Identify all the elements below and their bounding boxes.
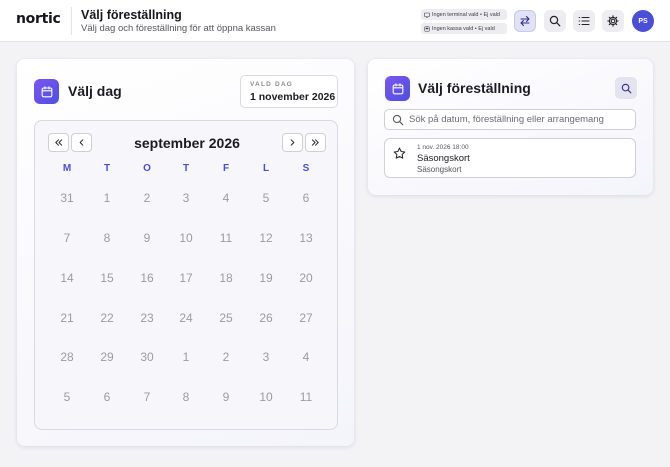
list-button[interactable]: [573, 10, 595, 32]
swap-button[interactable]: [514, 10, 536, 32]
day-panel: Välj dag VALD DAG 1 november 2026 septem…: [17, 59, 354, 446]
calendar-icon: [392, 82, 403, 94]
calendar-day[interactable]: 4: [211, 191, 241, 205]
terminal-status-chip[interactable]: Ingen terminal vald • Ej vald: [421, 9, 507, 20]
calendar-day[interactable]: 16: [132, 271, 162, 285]
nortic-logo[interactable]: nortic: [16, 11, 61, 27]
list-icon: [578, 16, 590, 26]
calendar-day[interactable]: 10: [251, 390, 281, 404]
calendar-day[interactable]: 2: [211, 350, 241, 364]
calendar-day[interactable]: 31: [52, 191, 82, 205]
calendar-day[interactable]: 14: [52, 271, 82, 285]
calendar-day[interactable]: 20: [291, 271, 321, 285]
performance-organizer: Säsongskort: [417, 165, 462, 174]
weekday-header: L: [262, 163, 270, 174]
calendar-day[interactable]: 9: [211, 390, 241, 404]
page-title: Välj föreställning: [81, 8, 182, 22]
calendar-day[interactable]: 8: [171, 390, 201, 404]
calendar-day[interactable]: 6: [291, 191, 321, 205]
performance-search-button[interactable]: [615, 77, 637, 99]
calendar-icon: [41, 85, 52, 97]
calendar-day[interactable]: 7: [132, 390, 162, 404]
terminal-icon: [424, 12, 430, 18]
calendar-day[interactable]: 4: [291, 350, 321, 364]
calendar-day[interactable]: 5: [251, 191, 281, 205]
calendar-day[interactable]: 19: [251, 271, 281, 285]
top-bar: nortic Välj föreställning Välj dag och f…: [0, 0, 670, 42]
calendar-day[interactable]: 1: [171, 350, 201, 364]
calendar-day[interactable]: 27: [291, 311, 321, 325]
calendar-day[interactable]: 10: [171, 231, 201, 245]
performance-panel-icon-tile: [385, 76, 410, 101]
weekday-header: O: [143, 163, 151, 174]
selected-day-field[interactable]: VALD DAG 1 november 2026: [240, 75, 338, 108]
weekday-header: T: [182, 163, 190, 174]
settings-button[interactable]: [602, 10, 624, 32]
search-icon: [621, 83, 631, 93]
search-icon: [392, 114, 404, 126]
register-status-text: Ingen kassa vald • Ej vald: [432, 25, 495, 32]
calendar-day[interactable]: 7: [52, 231, 82, 245]
next-year-button[interactable]: [305, 133, 326, 152]
calendar-day[interactable]: 15: [92, 271, 122, 285]
weekday-header: F: [222, 163, 230, 174]
calendar-day[interactable]: 1: [92, 191, 122, 205]
calendar-day[interactable]: 25: [211, 311, 241, 325]
calendar-day[interactable]: 23: [132, 311, 162, 325]
calendar-day[interactable]: 18: [211, 271, 241, 285]
calendar-day[interactable]: 6: [92, 390, 122, 404]
chevron-right-icon: [290, 139, 295, 146]
star-icon[interactable]: [393, 147, 406, 160]
performance-item[interactable]: 1 nov. 2026 18:00 Säsongskort Säsongskor…: [384, 138, 636, 178]
performance-search-input[interactable]: [409, 112, 631, 127]
day-panel-title: Välj dag: [68, 83, 122, 99]
next-month-button[interactable]: [282, 133, 303, 152]
search-icon: [549, 15, 561, 27]
performance-name: Säsongskort: [417, 153, 470, 164]
calendar-day[interactable]: 26: [251, 311, 281, 325]
performance-panel-title: Välj föreställning: [418, 80, 531, 96]
calendar-day[interactable]: 11: [211, 231, 241, 245]
performance-panel: Välj föreställning 1 nov. 2026 18:00 Säs…: [368, 59, 653, 195]
user-avatar[interactable]: PS: [632, 10, 654, 32]
calendar-day[interactable]: 8: [92, 231, 122, 245]
gear-icon: [607, 15, 619, 27]
calendar-day[interactable]: 9: [132, 231, 162, 245]
selected-day-label: VALD DAG: [250, 81, 294, 88]
calendar-day[interactable]: 21: [52, 311, 82, 325]
calendar-day[interactable]: 3: [171, 191, 201, 205]
register-status-chip[interactable]: Ingen kassa vald • Ej vald: [421, 23, 507, 34]
terminal-status-text: Ingen terminal vald • Ej vald: [432, 11, 500, 18]
performance-datetime: 1 nov. 2026 18:00: [417, 144, 469, 151]
calendar-day[interactable]: 2: [132, 191, 162, 205]
weekday-header: M: [62, 163, 72, 174]
header-divider: [71, 7, 72, 35]
calendar-day[interactable]: 13: [291, 231, 321, 245]
calendar-day[interactable]: 28: [52, 350, 82, 364]
calendar-day[interactable]: 29: [92, 350, 122, 364]
calendar-day[interactable]: 30: [132, 350, 162, 364]
calendar-day[interactable]: 11: [291, 390, 321, 404]
calendar-day[interactable]: 22: [92, 311, 122, 325]
double-chevron-right-icon: [311, 139, 319, 146]
calendar-day[interactable]: 5: [52, 390, 82, 404]
calendar-day[interactable]: 17: [171, 271, 201, 285]
weekday-header: T: [103, 163, 111, 174]
weekday-header: S: [302, 163, 310, 174]
selected-day-value: 1 november 2026: [250, 91, 336, 103]
day-panel-icon-tile: [34, 79, 59, 104]
calendar-day[interactable]: 12: [251, 231, 281, 245]
search-button[interactable]: [544, 10, 566, 32]
swap-icon: [520, 15, 530, 27]
performance-search-field[interactable]: [384, 109, 636, 130]
calendar: september 2026 M T O T F L S 31 1 2 3 4 …: [34, 120, 338, 430]
calendar-day[interactable]: 24: [171, 311, 201, 325]
calendar-day[interactable]: 3: [251, 350, 281, 364]
register-icon: [424, 25, 430, 32]
page-subtitle: Välj dag och föreställning för att öppna…: [81, 23, 276, 34]
